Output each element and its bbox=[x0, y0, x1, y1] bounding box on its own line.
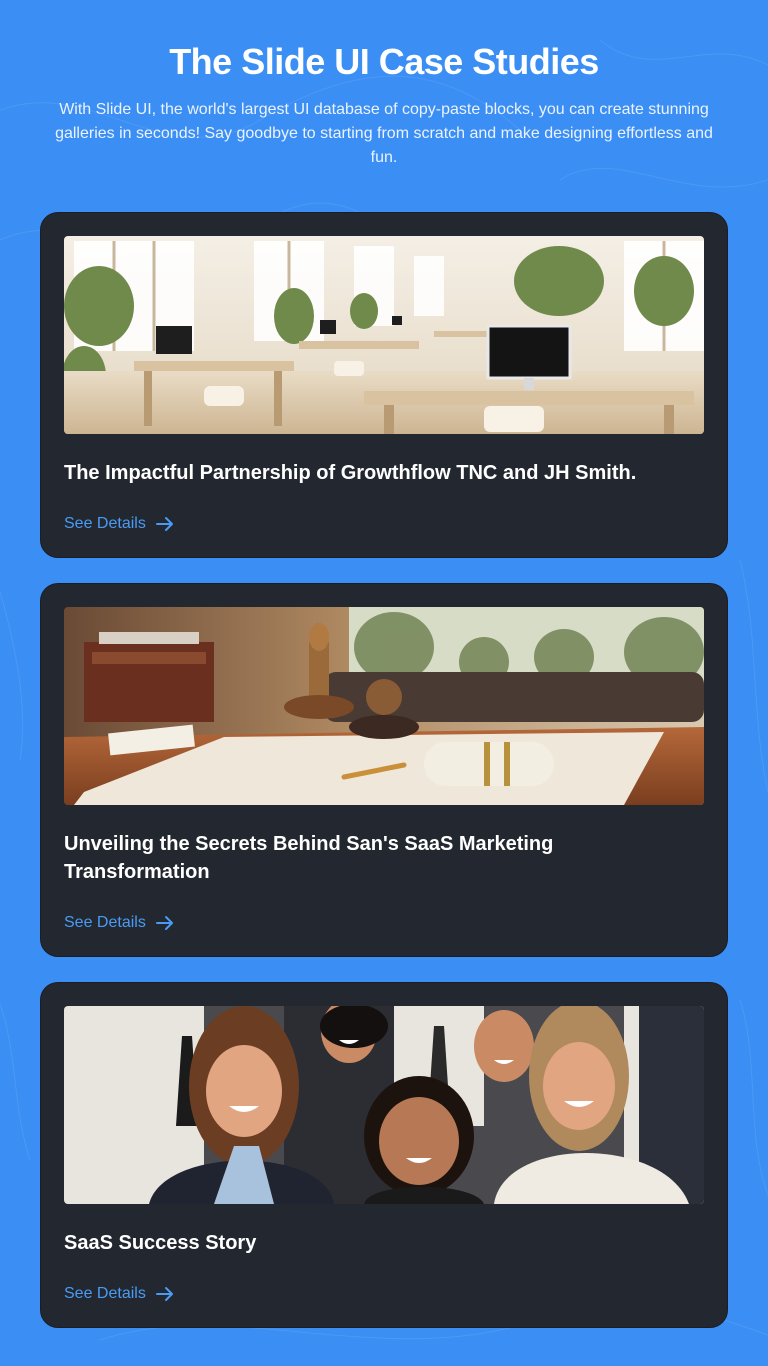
case-study-card: Unveiling the Secrets Behind San's SaaS … bbox=[40, 583, 728, 957]
arrow-right-icon bbox=[155, 916, 173, 930]
arrow-right-icon bbox=[155, 1287, 173, 1301]
page-subtitle: With Slide UI, the world's largest UI da… bbox=[55, 101, 713, 166]
arrow-right-icon bbox=[155, 517, 173, 531]
case-study-card: The Impactful Partnership of Growthflow … bbox=[40, 212, 728, 558]
case-study-title: SaaS Success Story bbox=[64, 1232, 257, 1254]
see-details-label: See Details bbox=[64, 914, 146, 931]
team-group-photo bbox=[64, 1006, 704, 1204]
desk-documents-photo bbox=[64, 607, 704, 805]
see-details-link[interactable]: See Details bbox=[64, 515, 174, 533]
case-study-title: Unveiling the Secrets Behind San's SaaS … bbox=[64, 833, 554, 883]
page-header: The Slide UI Case Studies With Slide UI,… bbox=[0, 0, 768, 170]
case-study-list: The Impactful Partnership of Growthflow … bbox=[40, 212, 728, 1353]
case-study-card: SaaS Success Story See Details bbox=[40, 982, 728, 1328]
page-title: The Slide UI Case Studies bbox=[169, 41, 599, 82]
see-details-label: See Details bbox=[64, 1285, 146, 1302]
see-details-link[interactable]: See Details bbox=[64, 914, 174, 932]
case-study-title: The Impactful Partnership of Growthflow … bbox=[64, 462, 637, 484]
office-workspace-photo bbox=[64, 236, 704, 434]
see-details-label: See Details bbox=[64, 515, 146, 532]
see-details-link[interactable]: See Details bbox=[64, 1285, 174, 1303]
